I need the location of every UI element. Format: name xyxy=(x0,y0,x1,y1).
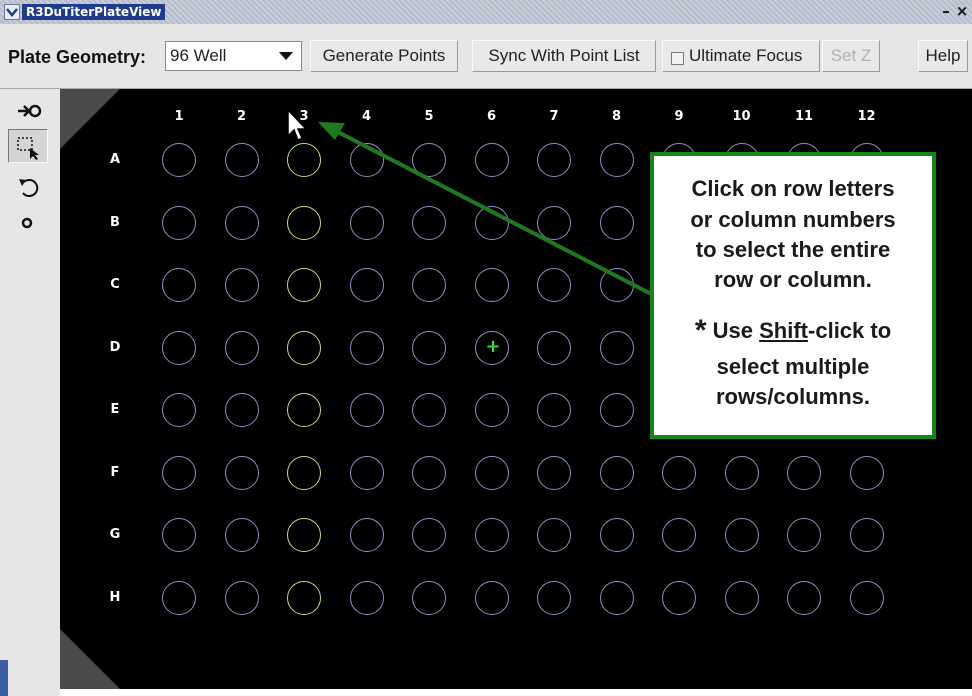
instruction-callout: Click on row letters or column numbers t… xyxy=(650,152,936,439)
callout-line-3: to select the entire xyxy=(695,237,891,262)
callout-line-7: rows/columns. xyxy=(715,384,871,409)
callout-line-2: or column numbers xyxy=(690,207,896,232)
callout-line-5: * Use Shift-click to xyxy=(654,314,932,348)
shift-key-label: Shift xyxy=(759,318,809,343)
callout-line-1: Click on row letters xyxy=(691,176,895,201)
callout-line-5-post: -click to xyxy=(808,318,892,343)
star-icon: * xyxy=(694,314,707,347)
callout-line-5-pre: Use xyxy=(712,318,760,343)
callout-line-6: select multiple xyxy=(716,354,870,379)
callout-line-4: row or column. xyxy=(714,267,872,292)
